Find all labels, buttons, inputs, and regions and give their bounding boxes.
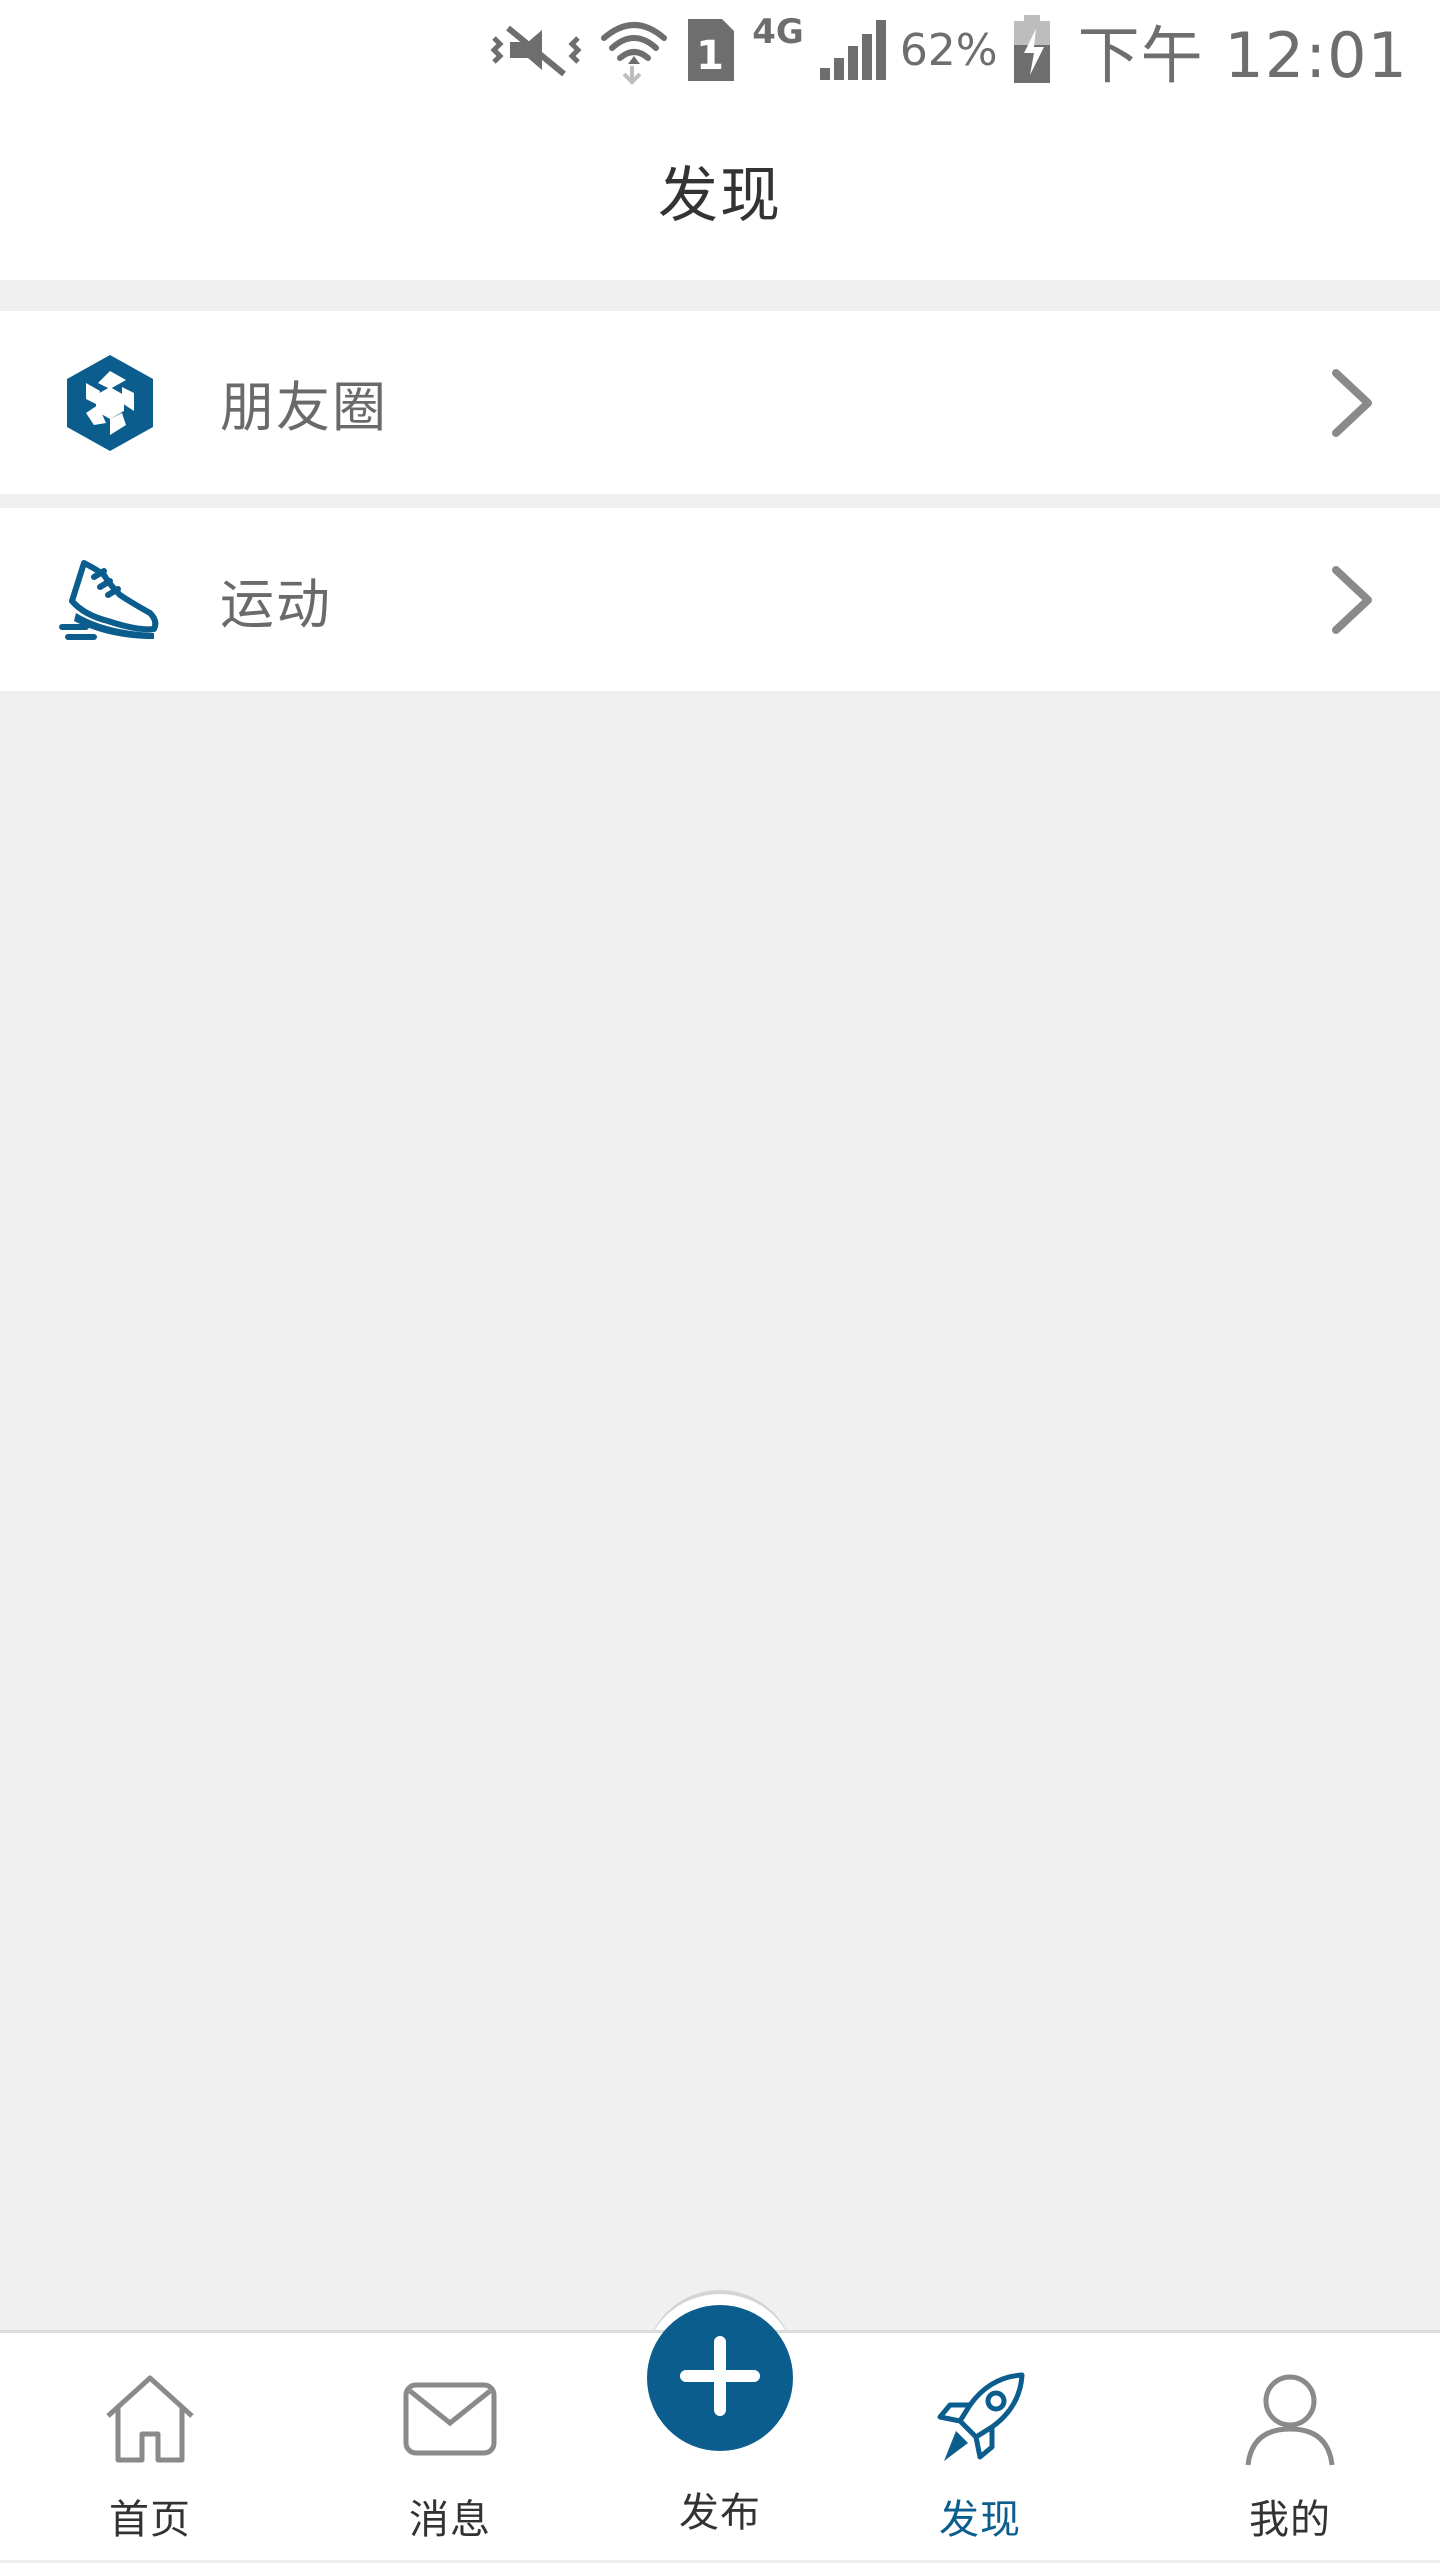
nav-label: 首页 (109, 2497, 191, 2543)
list-item-label: 运动 (220, 573, 332, 636)
signal-strength-icon (818, 18, 888, 82)
list-item-moments[interactable]: 朋友圈 (0, 311, 1440, 494)
page-title: 发现 (658, 160, 782, 231)
wifi-icon (598, 14, 670, 86)
nav-label: 我的 (1249, 2497, 1331, 2543)
clock: 下午 12:01 (1077, 19, 1408, 92)
nav-home[interactable]: 首页 (40, 2333, 260, 2563)
status-bar: 1 4G 62% 下午 12:01 (0, 0, 1440, 100)
page-header: 发现 (0, 100, 1440, 280)
chevron-right-icon (1324, 363, 1380, 443)
list-item-label: 朋友圈 (220, 376, 388, 439)
publish-button[interactable] (647, 2305, 793, 2451)
nav-label: 发现 (939, 2497, 1021, 2543)
nav-label: 消息 (409, 2497, 491, 2543)
aperture-icon (58, 351, 162, 455)
sim-card-icon: 1 (684, 17, 736, 83)
user-icon (1240, 2369, 1340, 2469)
plus-icon (680, 2336, 760, 2420)
chevron-right-icon (1324, 560, 1380, 640)
home-icon (100, 2369, 200, 2469)
nav-messages[interactable]: 消息 (340, 2333, 560, 2563)
sneaker-icon (58, 548, 162, 652)
nav-label: 发布 (679, 2490, 761, 2536)
list-item-sports[interactable]: 运动 (0, 508, 1440, 691)
publish-label-wrap: 发布 (610, 2480, 830, 2538)
mail-icon (400, 2369, 500, 2469)
network-type-label: 4G (752, 12, 804, 52)
vibrate-mute-icon (488, 20, 584, 80)
nav-discover[interactable]: 发现 (870, 2333, 1090, 2563)
svg-text:1: 1 (696, 33, 724, 79)
battery-charging-icon (1012, 15, 1052, 85)
nav-profile[interactable]: 我的 (1180, 2333, 1400, 2563)
rocket-icon (930, 2369, 1030, 2469)
battery-percent: 62% (899, 24, 998, 76)
